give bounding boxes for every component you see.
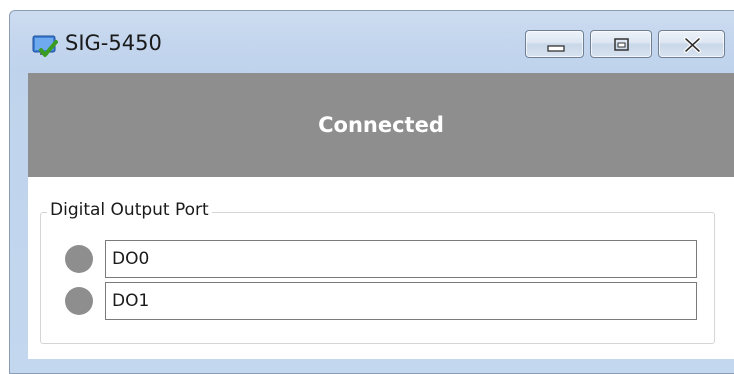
window-title: SIG-5450 [65,31,162,55]
close-icon [684,37,701,53]
title-bar[interactable]: SIG-5450 [10,11,734,73]
restore-icon [614,38,629,51]
app-checkmark-icon [32,33,58,59]
do0-label-field[interactable]: DO0 [105,240,697,278]
minimize-icon [547,45,565,52]
client-area: Connected Digital Output Port DO0 DO1 [28,73,734,359]
restore-button[interactable] [590,30,652,58]
connection-status-banner: Connected [28,73,734,177]
digital-output-group: Digital Output Port DO0 DO1 [40,200,715,344]
do1-label-field[interactable]: DO1 [105,282,697,320]
close-button[interactable] [658,30,725,58]
do0-status-led[interactable] [65,245,93,273]
connection-status-text: Connected [318,113,444,137]
do1-status-led[interactable] [65,287,93,315]
app-window: SIG-5450 Connected Digital Output Port D… [9,10,734,374]
minimize-button[interactable] [525,30,584,58]
digital-output-group-title: Digital Output Port [47,200,212,220]
